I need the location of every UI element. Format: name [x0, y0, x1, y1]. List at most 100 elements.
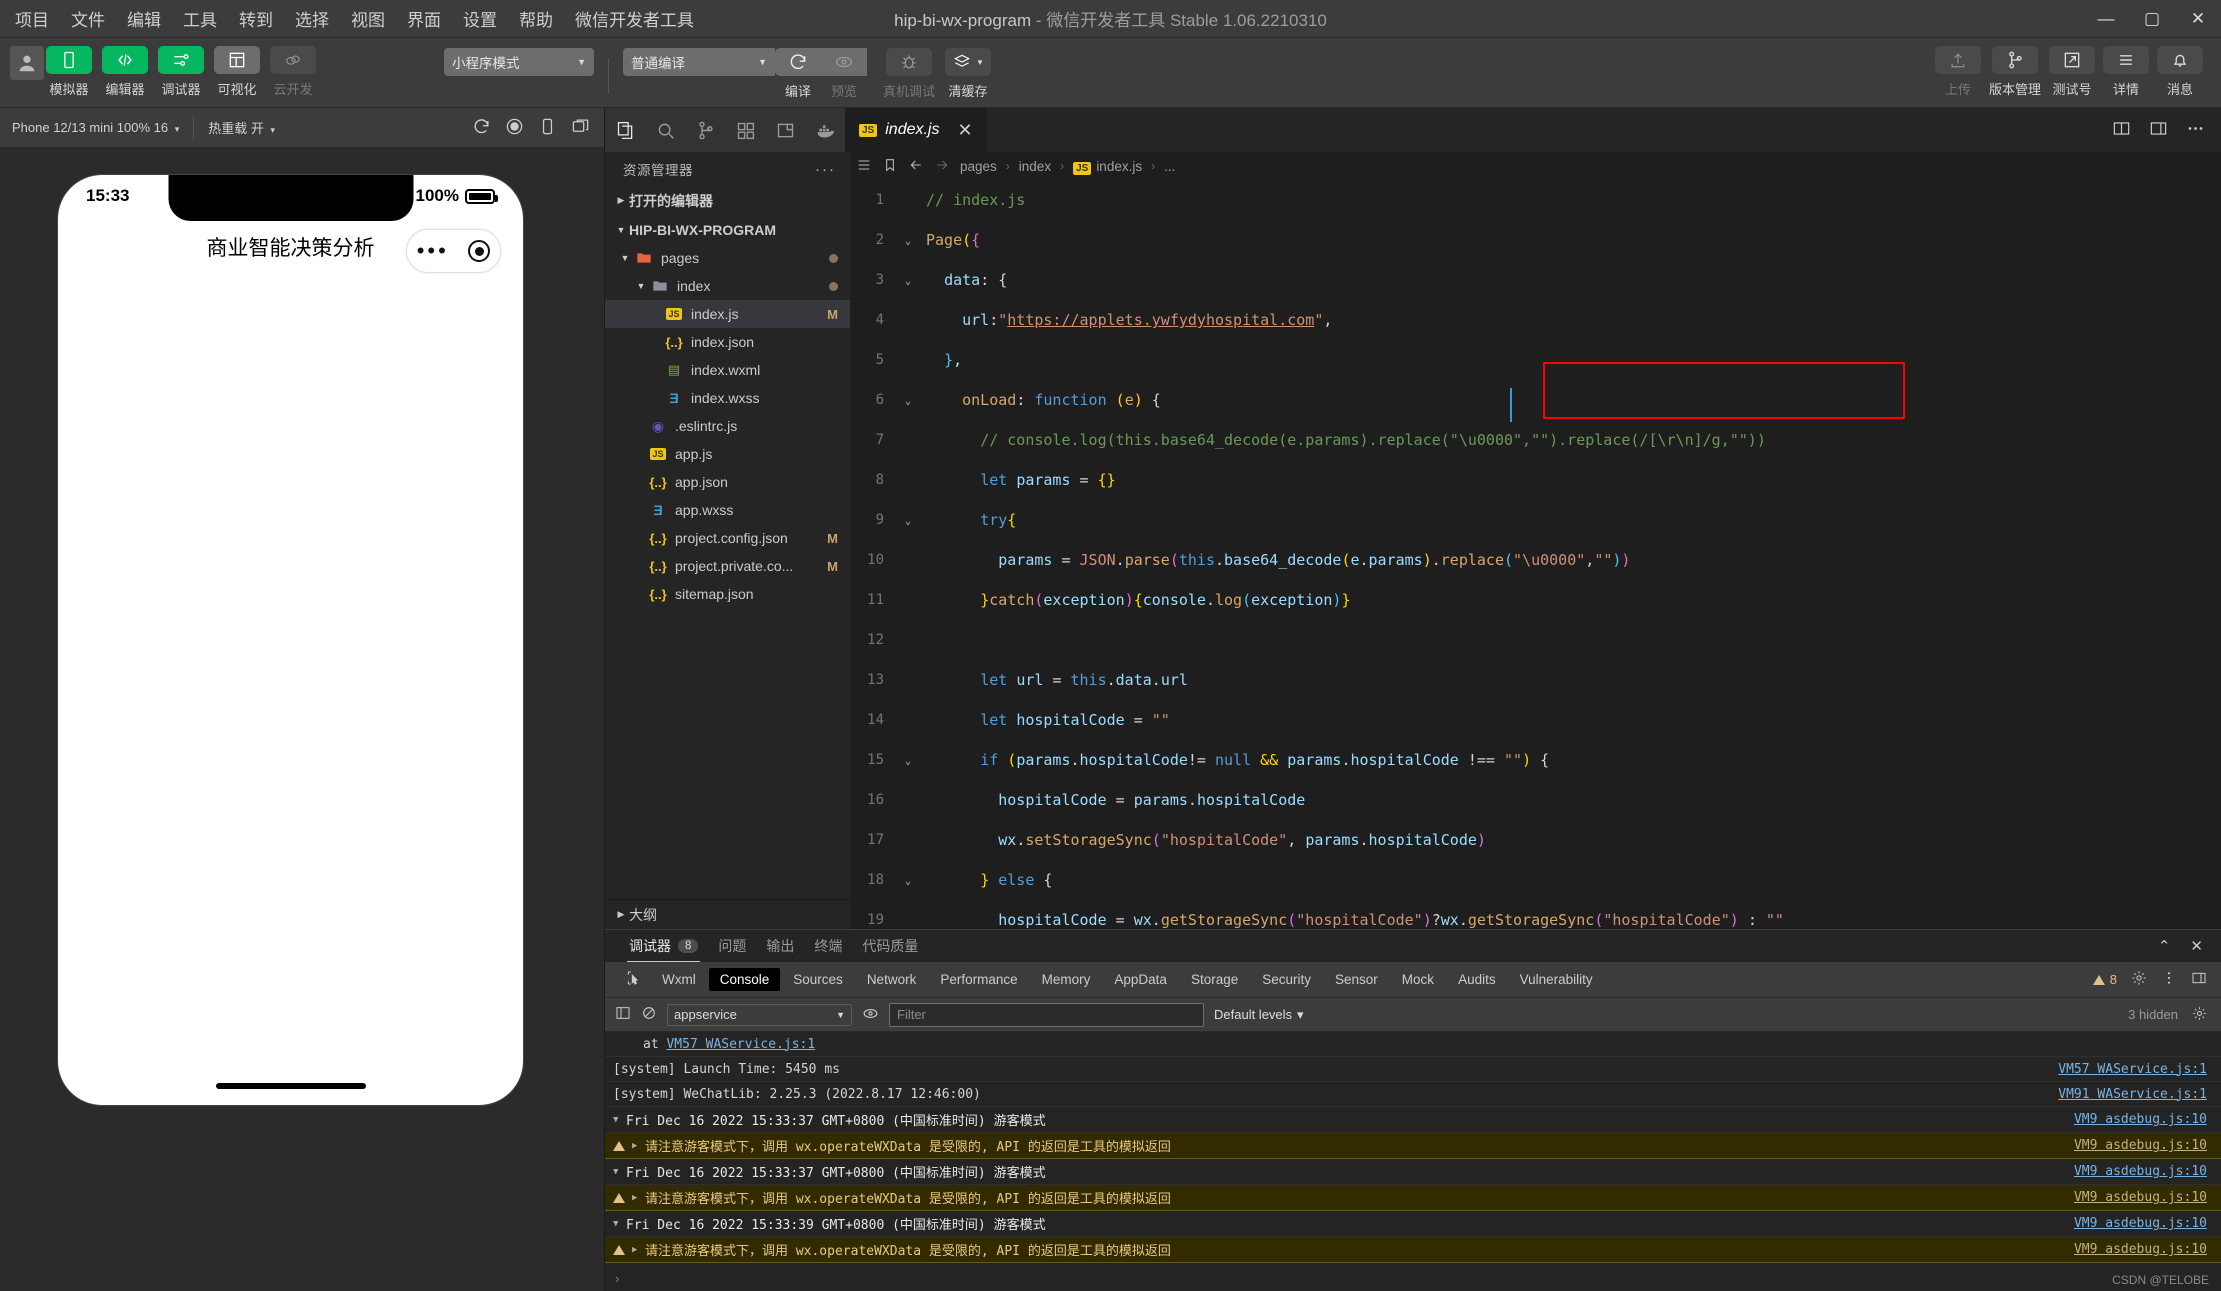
console-output[interactable]: at VM57 WAService.js:1 [system] Launch Ti…: [605, 1032, 2221, 1265]
console-message-source[interactable]: VM9 asdebug.js:10: [2062, 1138, 2207, 1153]
console-message-7[interactable]: ▼ Fri Dec 16 2022 15:33:39 GMT+0800 (中国标准…: [605, 1211, 2221, 1237]
console-message-source[interactable]: VM91 WAService.js:1: [2046, 1087, 2207, 1102]
expand-arrow-icon[interactable]: ▼: [613, 1219, 626, 1229]
console-message-0[interactable]: at VM57 WAService.js:1: [605, 1032, 2221, 1057]
code-lines[interactable]: 1 // index.js 2 ⌄ Page({3 ⌄ data: {4 url:"htt…: [850, 180, 2221, 929]
devtools-tab-vulnerability[interactable]: Vulnerability: [1509, 968, 1604, 991]
console-message-1[interactable]: [system] Launch Time: 5450 ms VM57 WAServ…: [605, 1057, 2221, 1082]
panel-icon[interactable]: [2149, 119, 2168, 141]
console-message-source[interactable]: VM9 asdebug.js:10: [2062, 1216, 2207, 1231]
right-button-3[interactable]: 详情: [2103, 46, 2149, 98]
console-message-source[interactable]: VM9 asdebug.js:10: [2062, 1164, 2207, 1179]
devtools-tab-network[interactable]: Network: [856, 968, 928, 991]
editor-tab-indexjs[interactable]: JS index.js ✕: [845, 108, 988, 152]
right-button-2[interactable]: 测试号: [2049, 46, 2095, 98]
panel-tab-3[interactable]: 终端: [804, 930, 852, 962]
file-tree-item-index-json[interactable]: {..} index.json: [605, 328, 850, 356]
fold-toggle-icon[interactable]: ⌄: [898, 234, 918, 247]
breadcrumb-part-3[interactable]: ...: [1164, 159, 1175, 174]
forward-icon[interactable]: [934, 157, 950, 176]
action-button-2[interactable]: 真机调试: [867, 48, 935, 100]
clear-console-icon[interactable]: [641, 1005, 657, 1024]
menu-item-8[interactable]: 设置: [452, 2, 508, 35]
warning-count-badge[interactable]: 8: [2092, 972, 2117, 987]
panel-tab-4[interactable]: 代码质量: [852, 930, 928, 962]
toolbar-button-2[interactable]: 调试器: [158, 46, 204, 98]
devtools-tab-appdata[interactable]: AppData: [1103, 968, 1178, 991]
device-icon[interactable]: [538, 117, 557, 139]
console-levels-select[interactable]: Default levels ▾: [1214, 1007, 1304, 1023]
menu-item-0[interactable]: 项目: [4, 2, 60, 35]
expand-arrow-icon[interactable]: ▶: [632, 1245, 645, 1255]
panel-tab-1[interactable]: 问题: [708, 930, 756, 962]
source-control-icon[interactable]: [685, 108, 725, 152]
mode-select[interactable]: 小程序模式 ▼: [444, 48, 594, 76]
wechat-capsule[interactable]: •••: [406, 229, 501, 273]
close-panel-button[interactable]: ✕: [2190, 937, 2203, 955]
more-icon[interactable]: ···: [815, 161, 836, 178]
console-message-source[interactable]: VM9 asdebug.js:10: [2062, 1242, 2207, 1257]
file-tree-item-app-json[interactable]: {..} app.json: [605, 468, 850, 496]
devtools-tab-console[interactable]: Console: [708, 968, 781, 991]
file-tree-item-project-config-json[interactable]: {..} project.config.json M: [605, 524, 850, 552]
back-icon[interactable]: [908, 157, 924, 176]
outline-section[interactable]: ▶ 大纲: [605, 899, 850, 929]
toolbar-button-0[interactable]: 模拟器: [46, 46, 92, 98]
file-tree-item-index[interactable]: ▼ index: [605, 272, 850, 300]
devtools-tab-sources[interactable]: Sources: [782, 968, 854, 991]
fold-toggle-icon[interactable]: ⌄: [898, 514, 918, 527]
compile-select[interactable]: 普通编译 ▼: [623, 48, 775, 76]
file-tree-item-index-js[interactable]: JS index.js M: [605, 300, 850, 328]
breadcrumb-part-2[interactable]: JS index.js: [1073, 159, 1142, 175]
console-context-select[interactable]: appservice ▼: [667, 1003, 852, 1026]
avatar[interactable]: [10, 46, 44, 80]
console-message-source[interactable]: VM9 asdebug.js:10: [2062, 1190, 2207, 1205]
file-tree-item-project-private-co-[interactable]: {..} project.private.co... M: [605, 552, 850, 580]
menu-item-5[interactable]: 选择: [284, 2, 340, 35]
dock-side-icon[interactable]: [2191, 970, 2207, 989]
docker-icon[interactable]: [805, 108, 845, 152]
devtools-tab-security[interactable]: Security: [1251, 968, 1322, 991]
open-editors-section[interactable]: ▶ 打开的编辑器: [605, 186, 850, 215]
console-message-6[interactable]: ▶ 请注意游客模式下，调用 wx.operateWXData 是受限的, API …: [605, 1185, 2221, 1211]
menu-item-4[interactable]: 转到: [228, 2, 284, 35]
expand-arrow-icon[interactable]: ▶: [632, 1141, 645, 1151]
outline-toggle-icon[interactable]: [856, 157, 872, 176]
action-button-3[interactable]: ▼ 清缓存: [935, 48, 992, 100]
close-button[interactable]: ✕: [2175, 0, 2221, 38]
bookmark-icon[interactable]: [882, 157, 898, 176]
file-tree-item-index-wxml[interactable]: ▤ index.wxml: [605, 356, 850, 384]
console-message-4[interactable]: ▶ 请注意游客模式下，调用 wx.operateWXData 是受限的, API …: [605, 1133, 2221, 1159]
user-avatar-container[interactable]: [0, 38, 46, 80]
maximize-button[interactable]: ▢: [2129, 0, 2175, 38]
file-tree-item-sitemap-json[interactable]: {..} sitemap.json: [605, 580, 850, 608]
menu-item-1[interactable]: 文件: [60, 2, 116, 35]
more-icon[interactable]: [2186, 119, 2205, 141]
panel-tab-2[interactable]: 输出: [756, 930, 804, 962]
devtools-tab-memory[interactable]: Memory: [1031, 968, 1102, 991]
console-message-source[interactable]: VM57 WAService.js:1: [2046, 1062, 2207, 1077]
right-button-0[interactable]: 上传: [1934, 46, 1981, 98]
files-icon[interactable]: [605, 108, 645, 152]
record-icon[interactable]: [505, 117, 524, 139]
file-tree-item-app-js[interactable]: JS app.js: [605, 440, 850, 468]
expand-arrow-icon[interactable]: ▼: [613, 1167, 626, 1177]
devtools-tab-performance[interactable]: Performance: [929, 968, 1028, 991]
toolbar-button-1[interactable]: 编辑器: [102, 46, 148, 98]
expand-arrow-icon[interactable]: ▶: [632, 1193, 645, 1203]
file-tree-item--eslintrc-js[interactable]: ◉ .eslintrc.js: [605, 412, 850, 440]
console-message-source[interactable]: VM9 asdebug.js:10: [2062, 1112, 2207, 1127]
right-button-1[interactable]: 版本管理: [1989, 46, 2041, 98]
fold-toggle-icon[interactable]: ⌄: [898, 754, 918, 767]
expand-arrow-icon[interactable]: ▼: [613, 1115, 626, 1125]
menu-item-2[interactable]: 编辑: [116, 2, 172, 35]
devtools-tab-storage[interactable]: Storage: [1180, 968, 1249, 991]
action-button-1[interactable]: 预览: [821, 48, 867, 100]
console-message-3[interactable]: ▼ Fri Dec 16 2022 15:33:37 GMT+0800 (中国标准…: [605, 1107, 2221, 1133]
file-tree-item-pages[interactable]: ▼ pages: [605, 244, 850, 272]
window-icon[interactable]: [571, 117, 590, 139]
console-settings-gear-icon[interactable]: [2192, 1006, 2207, 1024]
console-message-8[interactable]: ▶ 请注意游客模式下，调用 wx.operateWXData 是受限的, API …: [605, 1237, 2221, 1263]
inspect-element-icon[interactable]: [615, 970, 651, 989]
devtools-tab-sensor[interactable]: Sensor: [1324, 968, 1389, 991]
